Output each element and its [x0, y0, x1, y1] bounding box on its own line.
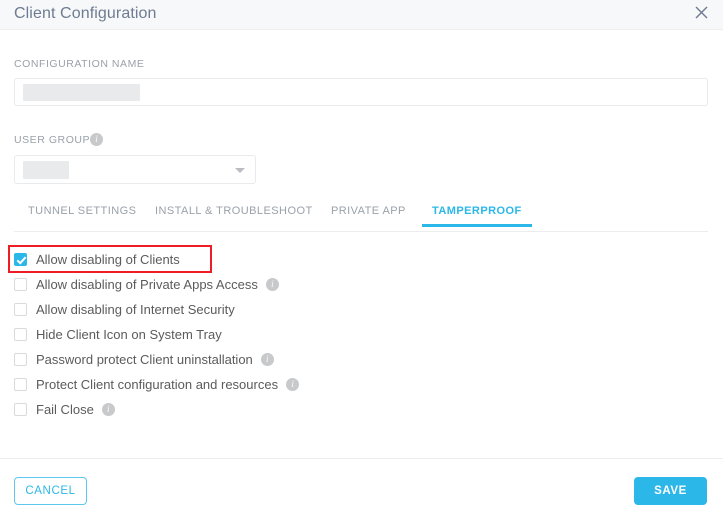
checkbox-allow-disabling-private-apps-access[interactable] — [14, 278, 27, 291]
checkbox-row[interactable]: Allow disabling of Internet Security — [14, 297, 614, 322]
configuration-name-label: CONFIGURATION NAME — [14, 58, 145, 70]
checkbox-fail-close[interactable] — [14, 403, 27, 416]
info-icon[interactable] — [90, 133, 103, 146]
checkbox-row[interactable]: Fail Close — [14, 397, 614, 422]
page-title: Client Configuration — [14, 5, 157, 22]
configuration-name-input[interactable] — [14, 78, 708, 106]
checkbox-allow-disabling-clients[interactable] — [14, 253, 27, 266]
checkbox-row[interactable]: Password protect Client uninstallation — [14, 347, 614, 372]
checkbox-label: Protect Client configuration and resourc… — [36, 377, 279, 392]
tab-private-app[interactable]: PRIVATE APP — [331, 205, 406, 226]
redacted-value — [23, 161, 69, 179]
checkbox-row[interactable]: Protect Client configuration and resourc… — [14, 372, 614, 397]
close-button[interactable] — [690, 1, 712, 23]
info-icon[interactable] — [101, 403, 115, 416]
checkbox-hide-client-icon-system-tray[interactable] — [14, 328, 27, 341]
checkbox-row[interactable]: Allow disabling of Private Apps Access — [14, 272, 614, 297]
user-group-select[interactable] — [14, 155, 256, 184]
checkbox-label: Allow disabling of Clients — [36, 252, 180, 267]
checkbox-label: Password protect Client uninstallation — [36, 352, 253, 367]
checkbox-label: Hide Client Icon on System Tray — [36, 327, 222, 342]
info-icon[interactable] — [265, 278, 279, 291]
checkbox-row[interactable]: Hide Client Icon on System Tray — [14, 322, 614, 347]
close-icon — [695, 6, 708, 19]
tab-tunnel-settings[interactable]: TUNNEL SETTINGS — [28, 205, 136, 226]
cancel-button[interactable]: CANCEL — [14, 477, 87, 505]
checkbox-allow-disabling-internet-security[interactable] — [14, 303, 27, 316]
save-button[interactable]: SAVE — [634, 477, 707, 505]
tab-install-troubleshoot[interactable]: INSTALL & TROUBLESHOOT — [155, 205, 313, 226]
tab-bar: TUNNEL SETTINGS INSTALL & TROUBLESHOOT P… — [14, 205, 708, 232]
checkbox-row[interactable]: Allow disabling of Clients — [14, 247, 614, 272]
chevron-down-icon — [235, 168, 245, 173]
info-icon[interactable] — [260, 353, 274, 366]
checkbox-label: Fail Close — [36, 402, 94, 417]
redacted-value — [23, 84, 140, 101]
checkbox-label: Allow disabling of Internet Security — [36, 302, 235, 317]
checkbox-password-protect-uninstallation[interactable] — [14, 353, 27, 366]
footer-divider — [0, 458, 723, 459]
user-group-label: USER GROUP — [14, 134, 91, 146]
checkbox-protect-client-configuration[interactable] — [14, 378, 27, 391]
checkbox-label: Allow disabling of Private Apps Access — [36, 277, 258, 292]
info-icon[interactable] — [286, 378, 300, 391]
tab-tamperproof[interactable]: TAMPERPROOF — [422, 205, 532, 227]
tamperproof-options-list: Allow disabling of Clients Allow disabli… — [14, 247, 614, 422]
